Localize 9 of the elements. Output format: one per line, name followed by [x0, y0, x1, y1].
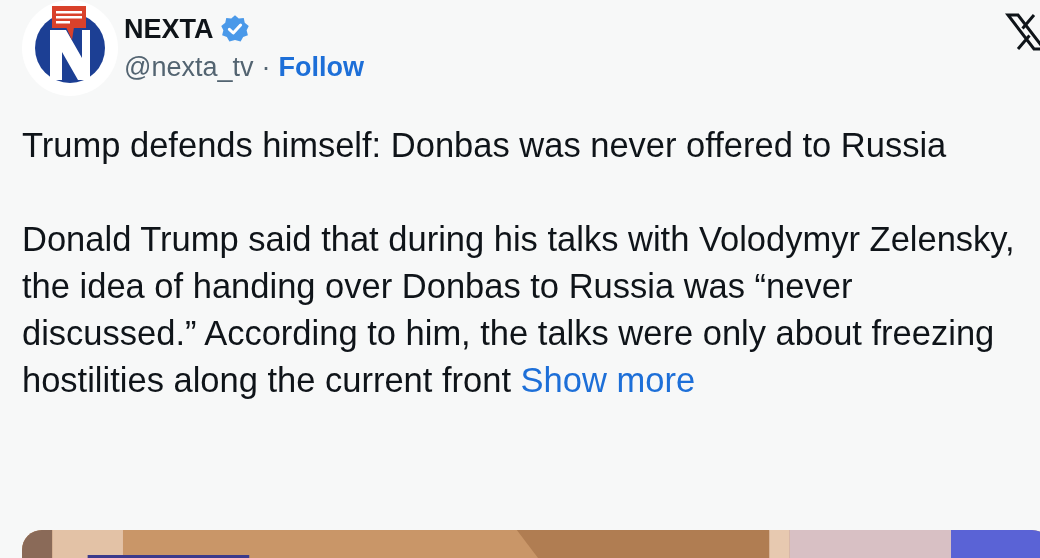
follow-link[interactable]: Follow	[278, 52, 364, 83]
separator-dot: ·	[261, 52, 271, 83]
show-more-link[interactable]: Show more	[520, 361, 696, 399]
account-handle: @nexta_tv	[124, 52, 254, 83]
avatar-logo-icon[interactable]	[22, 0, 118, 96]
post-text: Donald Trump said that during his talks with Volodymyr Zelensky, the idea of handing over Donbas to Russia was “never discussed.” According to him, the talks were only about freezing hostilities along the current front Show more	[22, 219, 1016, 401]
account-name[interactable]: NEXTA	[124, 13, 214, 45]
post-text: Trump defends himself: Donbas was never offered to Russia	[22, 125, 948, 166]
x-logo-icon[interactable]	[1004, 12, 1040, 52]
